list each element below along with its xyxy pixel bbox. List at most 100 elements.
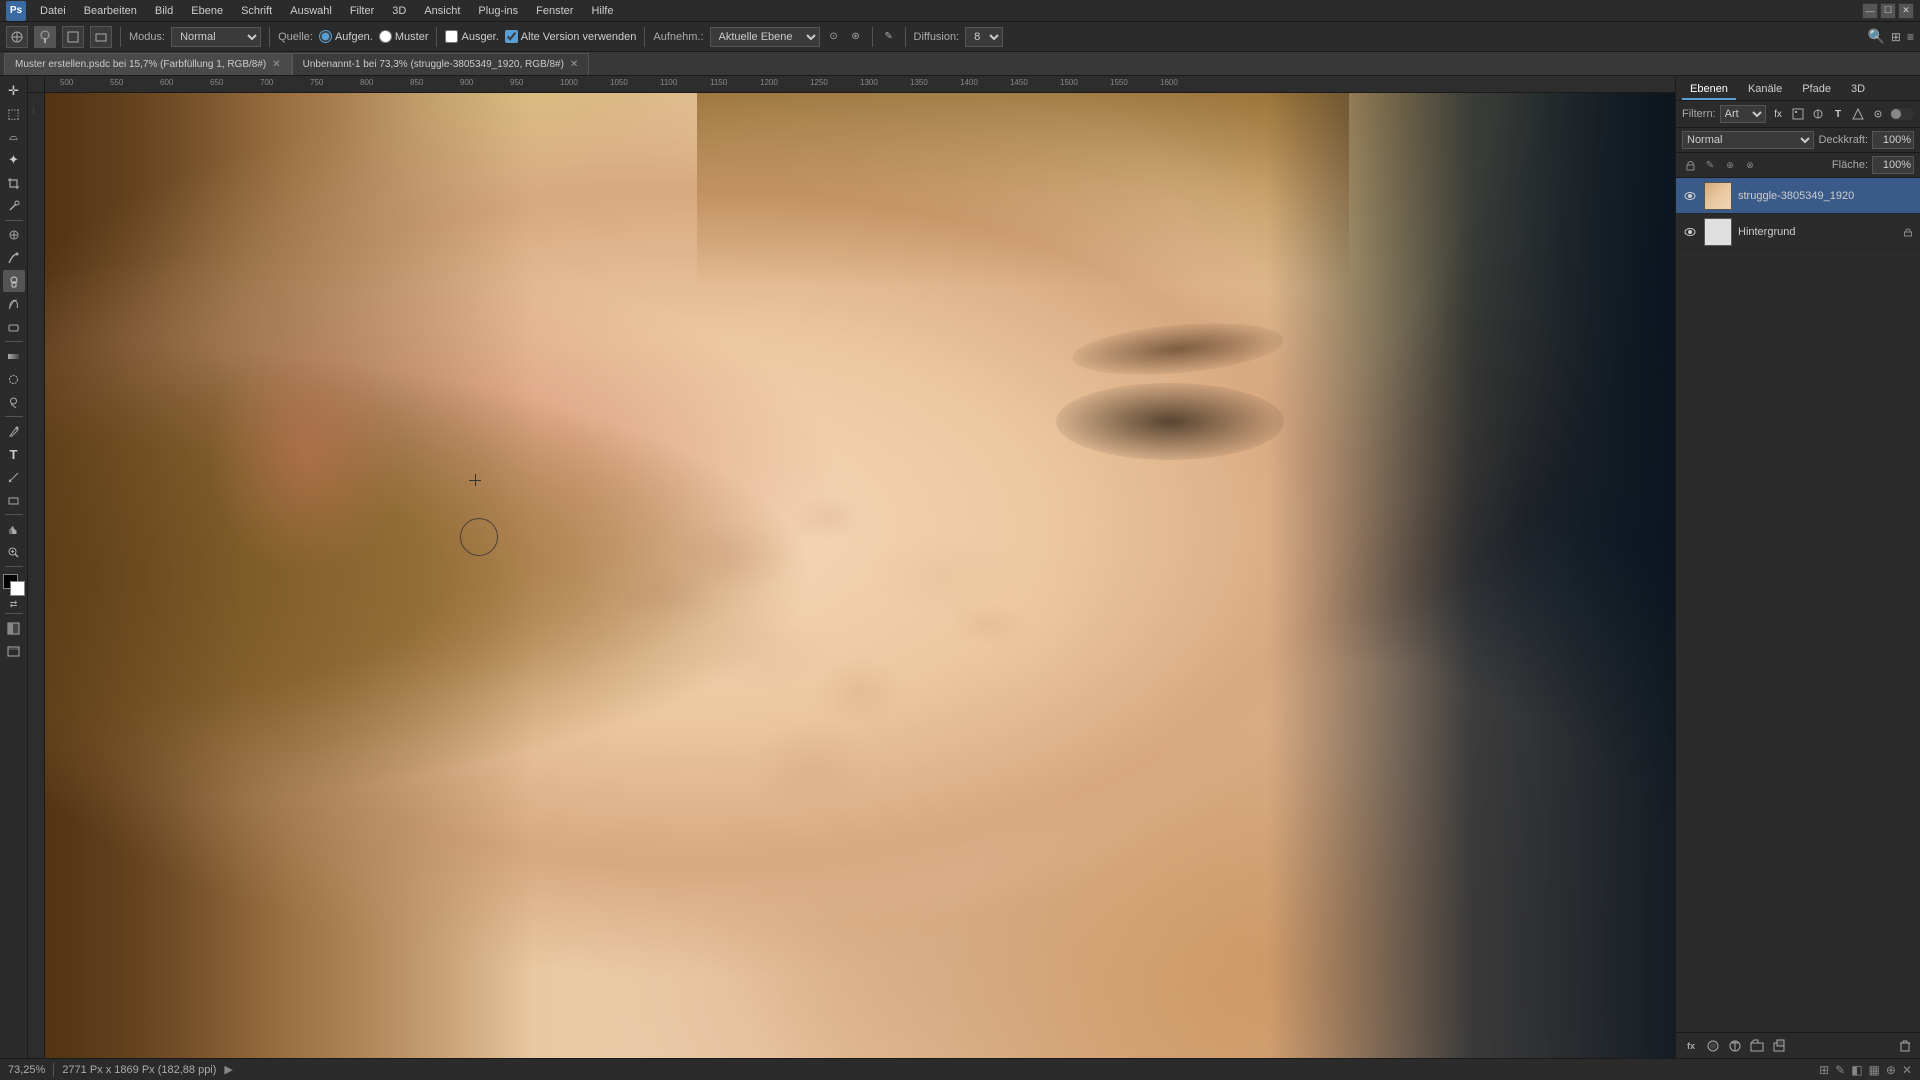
diffusion-select[interactable]: 8 — [965, 27, 1003, 47]
mode-select[interactable]: Normal — [171, 27, 261, 47]
canvas-viewport[interactable] — [45, 93, 1675, 1058]
blur-tool[interactable] — [3, 368, 25, 390]
layer-visibility-0[interactable] — [1682, 188, 1698, 204]
delete-layer-button[interactable] — [1896, 1037, 1914, 1055]
aligned-checkbox[interactable]: Ausger. — [445, 30, 498, 43]
pen-tool[interactable] — [3, 420, 25, 442]
lasso-tool[interactable]: ⌓ — [3, 126, 25, 148]
menu-datei[interactable]: Datei — [32, 3, 74, 19]
path-select-tool[interactable] — [3, 466, 25, 488]
lock-image[interactable]: ✎ — [1702, 157, 1718, 173]
ref-icon[interactable]: ⊙ — [826, 29, 842, 45]
status-icon-4[interactable]: ▦ — [1869, 1063, 1880, 1077]
menu-bearbeiten[interactable]: Bearbeiten — [76, 3, 145, 19]
eyedropper-tool[interactable] — [3, 195, 25, 217]
filter-icon-pixel[interactable] — [1790, 106, 1806, 122]
aufgen-radio[interactable]: Aufgen. — [319, 30, 373, 43]
layer-fx-button[interactable]: fx — [1682, 1037, 1700, 1055]
status-arrow[interactable]: ▶ — [224, 1063, 232, 1076]
canvas-area[interactable]: 500 550 600 650 700 750 800 850 900 950 … — [28, 76, 1675, 1058]
tab-1-close[interactable]: ✕ — [570, 59, 578, 70]
status-icon-2[interactable]: ✎ — [1835, 1063, 1845, 1077]
filter-toggle[interactable] — [1890, 108, 1914, 120]
arrange-icon[interactable]: ⊞ — [1891, 30, 1901, 44]
filter-icon-fx[interactable]: fx — [1770, 106, 1786, 122]
dodge-tool[interactable] — [3, 391, 25, 413]
lock-all[interactable]: ⊗ — [1742, 157, 1758, 173]
blend-mode-select[interactable]: Normal — [1682, 131, 1814, 149]
quick-mask-button[interactable] — [3, 617, 25, 639]
muster-radio[interactable]: Muster — [379, 30, 429, 43]
filter-icon-smart[interactable] — [1870, 106, 1886, 122]
filter-icon-shape[interactable] — [1850, 106, 1866, 122]
brush-tool[interactable] — [3, 247, 25, 269]
filter-icon-text[interactable]: T — [1830, 106, 1846, 122]
add-mask-button[interactable] — [1704, 1037, 1722, 1055]
left-toolbar: ✛ ⬚ ⌓ ✦ — [0, 76, 28, 1058]
group-button[interactable] — [1748, 1037, 1766, 1055]
layer-visibility-1[interactable] — [1682, 224, 1698, 240]
status-icon-3[interactable]: ◧ — [1851, 1063, 1862, 1077]
menu-plugins[interactable]: Plug-ins — [470, 3, 526, 19]
brush-icon[interactable] — [34, 26, 56, 48]
hand-tool[interactable] — [3, 518, 25, 540]
menu-bild[interactable]: Bild — [147, 3, 181, 19]
switch-colors-icon[interactable]: ⇄ — [10, 599, 18, 610]
filter-icon-adjust[interactable] — [1810, 106, 1826, 122]
lock-transparency[interactable] — [1682, 157, 1698, 173]
text-tool[interactable]: T — [3, 443, 25, 465]
maximize-button[interactable]: ☐ — [1880, 3, 1896, 19]
screen-mode-button[interactable] — [3, 640, 25, 662]
menu-filter[interactable]: Filter — [342, 3, 382, 19]
search-icon[interactable]: 🔍 — [1867, 28, 1884, 45]
menu-3d[interactable]: 3D — [384, 3, 414, 19]
adjustment-button[interactable] — [1726, 1037, 1744, 1055]
tool-icon-1[interactable] — [6, 26, 28, 48]
brush-preview-icon[interactable]: ✎ — [881, 29, 897, 45]
close-button[interactable]: ✕ — [1898, 3, 1914, 19]
tab-kanaele[interactable]: Kanäle — [1740, 80, 1790, 100]
workspace-icon[interactable]: ≡ — [1907, 30, 1914, 44]
history-brush-tool[interactable] — [3, 293, 25, 315]
status-icon-1[interactable]: ⊞ — [1819, 1063, 1829, 1077]
shape-tool[interactable] — [3, 489, 25, 511]
clone-stamp-tool[interactable] — [3, 270, 25, 292]
zoom-tool[interactable] — [3, 541, 25, 563]
move-tool[interactable]: ✛ — [3, 80, 25, 102]
tab-pfade[interactable]: Pfade — [1794, 80, 1839, 100]
layer-item-1[interactable]: Hintergrund — [1676, 214, 1920, 250]
tool-icon-4[interactable] — [90, 26, 112, 48]
menu-ebene[interactable]: Ebene — [183, 3, 231, 19]
spot-heal-tool[interactable] — [3, 224, 25, 246]
tab-0-close[interactable]: ✕ — [272, 59, 280, 70]
tab-0[interactable]: Muster erstellen.psdc bei 15,7% (Farbfül… — [4, 53, 292, 75]
gradient-tool[interactable] — [3, 345, 25, 367]
lock-position[interactable]: ⊕ — [1722, 157, 1738, 173]
ref-icon2[interactable]: ⊛ — [848, 29, 864, 45]
status-icon-5[interactable]: ⊕ — [1886, 1063, 1896, 1077]
background-color[interactable] — [10, 581, 25, 596]
fill-input[interactable] — [1872, 156, 1914, 174]
tab-ebenen[interactable]: Ebenen — [1682, 80, 1736, 100]
sample-checkbox[interactable]: Alte Version verwenden — [505, 30, 637, 43]
menu-schrift[interactable]: Schrift — [233, 3, 280, 19]
tab-1[interactable]: Unbenannt-1 bei 73,3% (struggle-3805349_… — [292, 53, 590, 75]
filter-type-select[interactable]: Art — [1720, 105, 1766, 123]
app-icon[interactable]: Ps — [6, 1, 26, 21]
menu-ansicht[interactable]: Ansicht — [416, 3, 468, 19]
menu-hilfe[interactable]: Hilfe — [583, 3, 621, 19]
marquee-tool[interactable]: ⬚ — [3, 103, 25, 125]
menu-fenster[interactable]: Fenster — [528, 3, 581, 19]
magic-wand-tool[interactable]: ✦ — [3, 149, 25, 171]
eraser-tool[interactable] — [3, 316, 25, 338]
crop-tool[interactable] — [3, 172, 25, 194]
menu-auswahl[interactable]: Auswahl — [282, 3, 340, 19]
new-layer-button[interactable] — [1770, 1037, 1788, 1055]
tab-3d[interactable]: 3D — [1843, 80, 1873, 100]
ref-select[interactable]: Aktuelle Ebene — [710, 27, 820, 47]
status-icon-6[interactable]: ✕ — [1902, 1063, 1912, 1077]
tool-icon-3[interactable] — [62, 26, 84, 48]
opacity-input[interactable] — [1872, 131, 1914, 149]
minimize-button[interactable]: — — [1862, 3, 1878, 19]
layer-item-0[interactable]: struggle-3805349_1920 — [1676, 178, 1920, 214]
